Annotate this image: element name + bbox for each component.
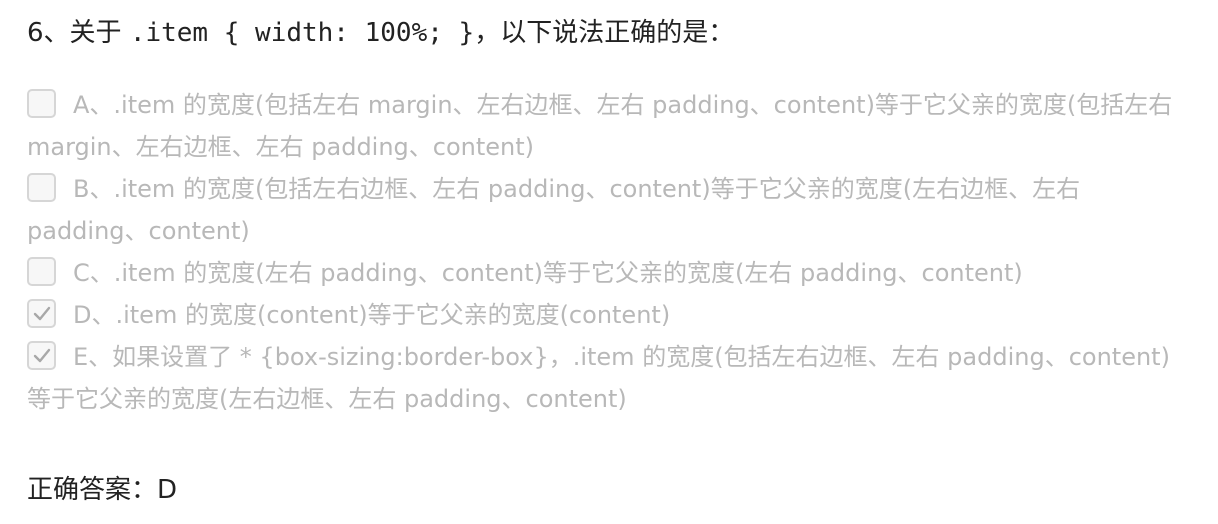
option-c[interactable]: C、.item 的宽度(左右 padding、content)等于它父亲的宽度(… bbox=[27, 252, 1187, 294]
checkmark-icon bbox=[33, 306, 51, 321]
quiz-container: 6、关于 .item { width: 100%; }，以下说法正确的是： A、… bbox=[0, 0, 1218, 524]
option-d-label: D、.item 的宽度(content)等于它父亲的宽度(content) bbox=[73, 301, 671, 329]
correct-answer: 正确答案：D bbox=[27, 475, 178, 505]
option-a-label: A、.item 的宽度(包括左右 margin、左右边框、左右 padding、… bbox=[27, 91, 1173, 161]
option-b[interactable]: B、.item 的宽度(包括左右边框、左右 padding、content)等于… bbox=[27, 168, 1187, 252]
option-e[interactable]: E、如果设置了 * {box-sizing:border-box}，.item … bbox=[27, 336, 1187, 420]
option-b-checkbox[interactable] bbox=[27, 173, 56, 202]
option-d[interactable]: D、.item 的宽度(content)等于它父亲的宽度(content) bbox=[27, 294, 1187, 336]
option-d-checkbox[interactable] bbox=[27, 299, 56, 328]
option-c-checkbox[interactable] bbox=[27, 257, 56, 286]
option-a[interactable]: A、.item 的宽度(包括左右 margin、左右边框、左右 padding、… bbox=[27, 84, 1187, 168]
option-c-label: C、.item 的宽度(左右 padding、content)等于它父亲的宽度(… bbox=[73, 259, 1023, 287]
option-e-label: E、如果设置了 * {box-sizing:border-box}，.item … bbox=[27, 343, 1170, 413]
question-title: 6、关于 .item { width: 100%; }，以下说法正确的是： bbox=[27, 14, 734, 52]
option-b-label: B、.item 的宽度(包括左右边框、左右 padding、content)等于… bbox=[27, 175, 1081, 245]
option-e-checkbox[interactable] bbox=[27, 341, 56, 370]
option-a-checkbox[interactable] bbox=[27, 89, 56, 118]
question-suffix: ，以下说法正确的是： bbox=[474, 18, 735, 48]
checkmark-icon bbox=[33, 348, 51, 363]
question-code: .item { width: 100%; } bbox=[129, 18, 475, 48]
question-prefix: 6、关于 bbox=[27, 18, 130, 48]
options-list: A、.item 的宽度(包括左右 margin、左右边框、左右 padding、… bbox=[27, 84, 1187, 420]
